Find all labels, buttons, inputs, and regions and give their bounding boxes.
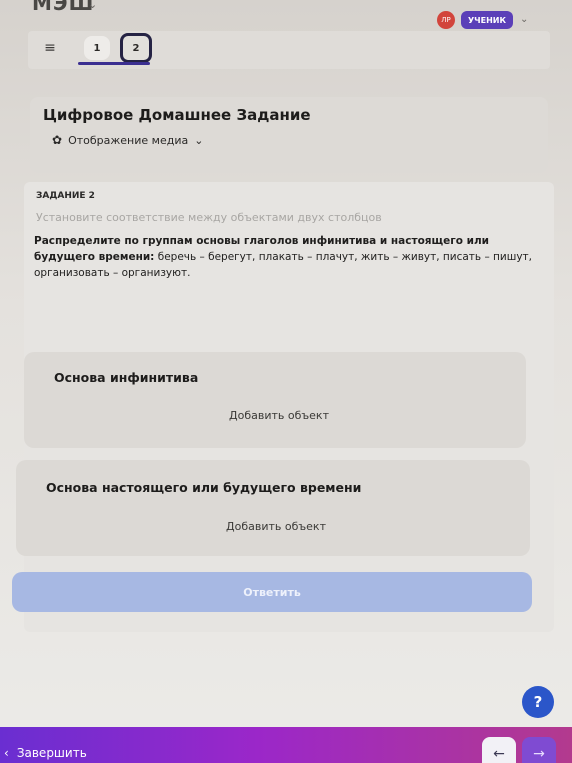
task-card: ЗАДАНИЕ 2 Установите соответствие между … xyxy=(12,182,554,632)
chevron-down-icon: ⌄ xyxy=(194,133,204,147)
finish-label: Завершить xyxy=(16,746,87,760)
tab-question-1[interactable]: 1 xyxy=(84,36,110,60)
finish-button[interactable]: ‹ Завершить xyxy=(4,746,87,760)
question-nav: ≡ 1 2 xyxy=(28,31,550,69)
chevron-down-icon[interactable]: ⌄ xyxy=(520,14,528,25)
chevron-left-icon: ‹ xyxy=(4,746,9,760)
next-button[interactable]: → xyxy=(522,737,556,763)
header-card: Цифровое Домашнее Задание ✿ Отображение … xyxy=(30,97,548,173)
task-label: ЗАДАНИЕ 2 xyxy=(36,191,95,201)
task-instruction: Распределите по группам основы глаголов … xyxy=(34,233,534,281)
media-toggle[interactable]: ✿ Отображение медиа ⌄ xyxy=(52,133,203,147)
add-object-button[interactable]: Добавить объект xyxy=(229,409,329,422)
answer-button[interactable]: Ответить xyxy=(12,572,532,612)
tab-question-2[interactable]: 2 xyxy=(120,33,152,63)
page-title: Цифровое Домашнее Задание xyxy=(43,106,311,124)
app-screen: МЭШ ⌄ ЛР УЧЕНИК ⌄ ≡ 1 2 Цифровое Домашне… xyxy=(0,0,572,763)
add-object-button[interactable]: Добавить объект xyxy=(226,520,326,533)
task-subtitle: Установите соответствие между объектами … xyxy=(36,211,382,224)
gear-icon: ✿ xyxy=(52,133,63,147)
tab-indicator xyxy=(78,62,150,65)
prev-button[interactable]: ← xyxy=(482,737,516,763)
drop-zone-infinitive[interactable]: Основа инфинитива Добавить объект xyxy=(24,352,526,448)
menu-icon[interactable]: ≡ xyxy=(42,40,58,56)
group-title: Основа настоящего или будущего времени xyxy=(46,480,362,495)
group-title: Основа инфинитива xyxy=(54,370,199,385)
media-label: Отображение медиа xyxy=(68,133,189,147)
avatar[interactable]: ЛР xyxy=(437,11,455,29)
brand-logo[interactable]: МЭШ xyxy=(32,0,94,15)
chevron-down-icon[interactable]: ⌄ xyxy=(88,0,97,11)
role-badge[interactable]: УЧЕНИК xyxy=(461,11,514,29)
help-button[interactable]: ? xyxy=(522,686,554,718)
bottom-bar: ‹ Завершить ← → xyxy=(0,727,572,763)
drop-zone-present-future[interactable]: Основа настоящего или будущего времени Д… xyxy=(16,460,530,556)
